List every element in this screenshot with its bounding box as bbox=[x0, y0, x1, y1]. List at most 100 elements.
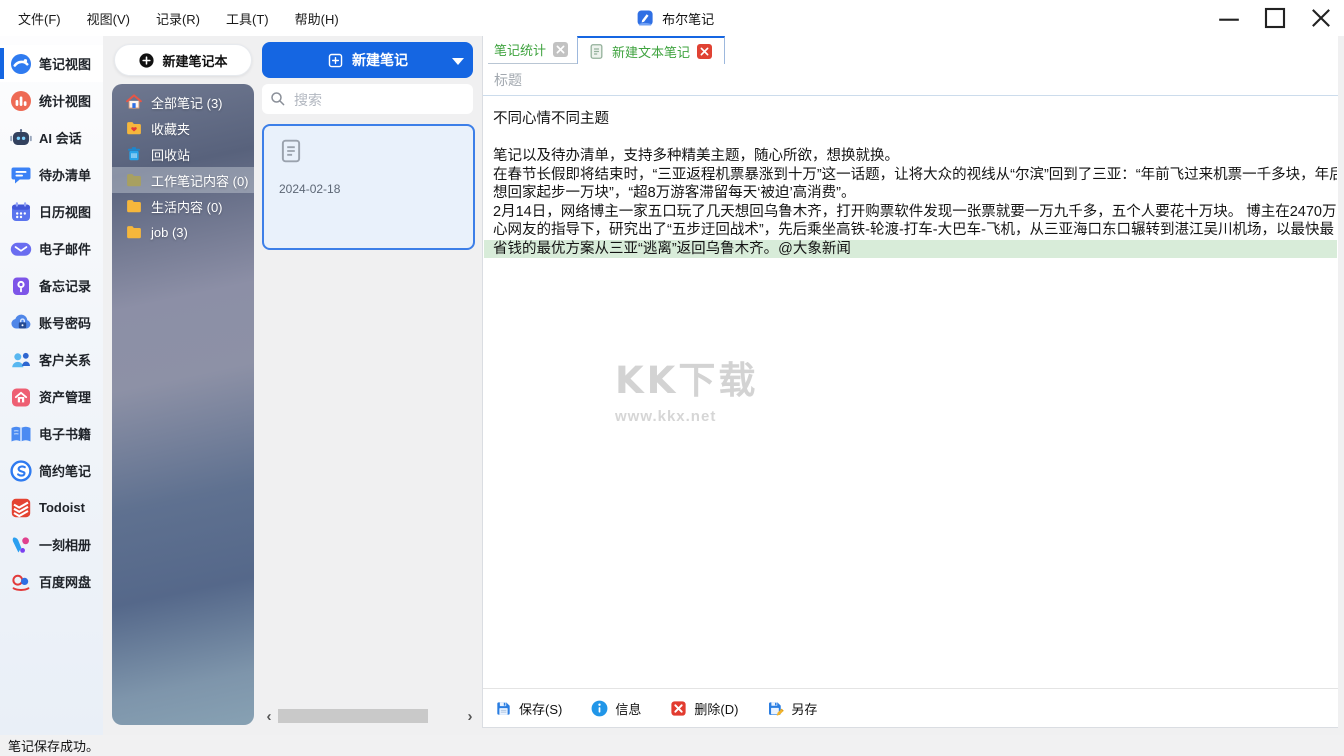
scroll-left-icon[interactable]: ‹ bbox=[262, 707, 276, 725]
photos-icon bbox=[9, 533, 33, 557]
tree-item-label: 全部笔记 (3) bbox=[151, 93, 223, 112]
save-icon bbox=[494, 699, 513, 718]
sidebar-item-photos[interactable]: 一刻相册 bbox=[0, 526, 103, 563]
sidebar-item-assets[interactable]: 资产管理 bbox=[0, 378, 103, 415]
plus-square-icon bbox=[327, 52, 344, 69]
editor-line: 在春节长假即将结束时，“三亚返程机票暴涨到十万”这一话题，让将大众的视线从“尔滨… bbox=[484, 166, 1337, 185]
sidebar-item-memo[interactable]: 备忘记录 bbox=[0, 267, 103, 304]
baidu-pan-icon bbox=[9, 570, 33, 594]
menu-item-3[interactable]: 工具(T) bbox=[222, 7, 273, 30]
sidebar-item-label: Todoist bbox=[39, 500, 85, 515]
note-card[interactable]: 2024-02-18 bbox=[262, 124, 475, 250]
tab-close-icon[interactable] bbox=[553, 42, 568, 57]
window-controls bbox=[1206, 0, 1344, 36]
sidebar-item-crm[interactable]: 客户关系 bbox=[0, 341, 103, 378]
tree-item-all-notes[interactable]: 全部笔记 (3) bbox=[112, 89, 254, 115]
delete-button[interactable]: 删除(D) bbox=[669, 699, 738, 718]
sidebar-item-ebooks[interactable]: 电子书籍 bbox=[0, 415, 103, 452]
note-list: 2024-02-18 bbox=[262, 124, 477, 684]
toolbar-button-label: 删除(D) bbox=[694, 699, 738, 718]
sidebar-item-label: 电子书籍 bbox=[39, 424, 91, 443]
sidebar-item-todo-list[interactable]: 待办清单 bbox=[0, 156, 103, 193]
tree-item-work-notes[interactable]: 工作笔记内容 (0) bbox=[112, 167, 254, 193]
ebooks-icon bbox=[9, 422, 33, 446]
menu-item-4[interactable]: 帮助(H) bbox=[291, 7, 343, 30]
sidebar-item-label: 百度网盘 bbox=[39, 572, 91, 591]
notebook-tree: 全部笔记 (3) 收藏夹回收站工作笔记内容 (0)生活内容 (0) job (3) bbox=[112, 84, 254, 725]
editor-line: 心网友的指导下，研究出了“五步迂回战术”，先后乘坐高铁-轮渡-打车-大巴车-飞机… bbox=[484, 221, 1337, 240]
sidebar-item-todoist[interactable]: Todoist bbox=[0, 489, 103, 526]
new-notebook-label: 新建笔记本 bbox=[162, 51, 227, 70]
sidebar-item-label: 统计视图 bbox=[39, 91, 91, 110]
folder-icon bbox=[125, 223, 143, 241]
maximize-button[interactable] bbox=[1252, 0, 1298, 36]
save-button[interactable]: 保存(S) bbox=[494, 699, 562, 718]
tree-item-life-notes[interactable]: 生活内容 (0) bbox=[112, 193, 254, 219]
passwords-icon bbox=[9, 311, 33, 335]
sidebar-item-notes-view[interactable]: 笔记视图 bbox=[0, 45, 103, 82]
document-icon bbox=[588, 43, 605, 60]
tree-item-favorites[interactable]: 收藏夹 bbox=[112, 115, 254, 141]
tab-bar: 笔记统计 新建文本笔记 bbox=[483, 36, 1338, 64]
chevron-down-icon[interactable] bbox=[452, 58, 464, 65]
scroll-right-icon[interactable]: › bbox=[463, 707, 477, 725]
delete-icon bbox=[669, 699, 688, 718]
crm-icon bbox=[9, 348, 33, 372]
note-title-row bbox=[483, 64, 1338, 96]
status-text: 笔记保存成功。 bbox=[8, 736, 99, 755]
toolbar-button-label: 保存(S) bbox=[519, 699, 562, 718]
sidebar-item-ai-chat[interactable]: AI 会话 bbox=[0, 119, 103, 156]
todoist-icon bbox=[9, 496, 33, 520]
sidebar-item-label: 笔记视图 bbox=[39, 54, 91, 73]
tree-item-recycle-bin[interactable]: 回收站 bbox=[112, 141, 254, 167]
sidebar-item-label: 日历视图 bbox=[39, 202, 91, 221]
sidebar-item-baidu-pan[interactable]: 百度网盘 bbox=[0, 563, 103, 600]
calendar-view-icon bbox=[9, 200, 33, 224]
close-button[interactable] bbox=[1298, 0, 1344, 36]
toolbar-button-label: 信息 bbox=[615, 699, 641, 718]
ai-chat-icon bbox=[9, 126, 33, 150]
editor-line: 笔记以及待办清单，支持多种精美主题，随心所欲，想换就换。 bbox=[484, 147, 1337, 166]
sidebar-item-simple-notes[interactable]: 简约笔记 bbox=[0, 452, 103, 489]
sidebar-item-label: 备忘记录 bbox=[39, 276, 91, 295]
menu-item-0[interactable]: 文件(F) bbox=[14, 7, 65, 30]
minimize-button[interactable] bbox=[1206, 0, 1252, 36]
todo-list-icon bbox=[9, 163, 33, 187]
tab-note-stats[interactable]: 笔记统计 bbox=[488, 36, 577, 64]
trash-icon bbox=[125, 145, 143, 163]
note-content-area[interactable]: 不同心情不同主题 笔记以及待办清单，支持多种精美主题，随心所欲，想换就换。在春节… bbox=[484, 98, 1337, 688]
sidebar-item-passwords[interactable]: 账号密码 bbox=[0, 304, 103, 341]
tab-close-icon[interactable] bbox=[697, 44, 712, 59]
note-date: 2024-02-18 bbox=[279, 182, 340, 196]
tree-item-label: job (3) bbox=[151, 225, 188, 240]
info-button[interactable]: 信息 bbox=[590, 699, 641, 718]
toolbar-button-label: 另存 bbox=[791, 699, 817, 718]
sidebar-item-label: 待办清单 bbox=[39, 165, 91, 184]
note-title-input[interactable] bbox=[492, 66, 1316, 94]
sidebar-item-email[interactable]: 电子邮件 bbox=[0, 230, 103, 267]
tab-new-text-note[interactable]: 新建文本笔记 bbox=[577, 36, 725, 64]
editor-line: 不同心情不同主题 bbox=[484, 110, 1337, 129]
title-bar: 文件(F) 视图(V) 记录(R) 工具(T) 帮助(H) 布尔笔记 bbox=[0, 0, 1344, 36]
menu-item-2[interactable]: 记录(R) bbox=[152, 7, 204, 30]
search-input[interactable] bbox=[292, 84, 471, 116]
sidebar-item-stats-view[interactable]: 统计视图 bbox=[0, 82, 103, 119]
sidebar-item-label: 简约笔记 bbox=[39, 461, 91, 480]
tree-item-label: 回收站 bbox=[151, 145, 190, 164]
new-notebook-button[interactable]: 新建笔记本 bbox=[114, 44, 252, 76]
menu-item-1[interactable]: 视图(V) bbox=[83, 7, 134, 30]
tree-item-label: 收藏夹 bbox=[151, 119, 190, 138]
new-note-button[interactable]: 新建笔记 bbox=[262, 42, 473, 78]
plus-circle-icon bbox=[138, 52, 155, 69]
sidebar-item-calendar-view[interactable]: 日历视图 bbox=[0, 193, 103, 230]
app-title-text: 布尔笔记 bbox=[662, 9, 714, 28]
scrollbar-thumb[interactable] bbox=[278, 709, 428, 723]
editor-panel: 笔记统计 新建文本笔记 不同心情不同主题 笔记以及待办清单，支持多种精美主题，随… bbox=[482, 36, 1338, 728]
sidebar-item-label: 一刻相册 bbox=[39, 535, 91, 554]
save-as-button[interactable]: 另存 bbox=[766, 699, 817, 718]
fav-folder-icon bbox=[125, 119, 143, 137]
editor-line: 2月14日，网络博主一家五口玩了几天想回乌鲁木齐，打开购票软件发现一张票就要一万… bbox=[484, 203, 1337, 222]
sidebar-item-label: 客户关系 bbox=[39, 350, 91, 369]
tab-label: 笔记统计 bbox=[494, 40, 546, 59]
tree-item-job[interactable]: job (3) bbox=[112, 219, 254, 245]
